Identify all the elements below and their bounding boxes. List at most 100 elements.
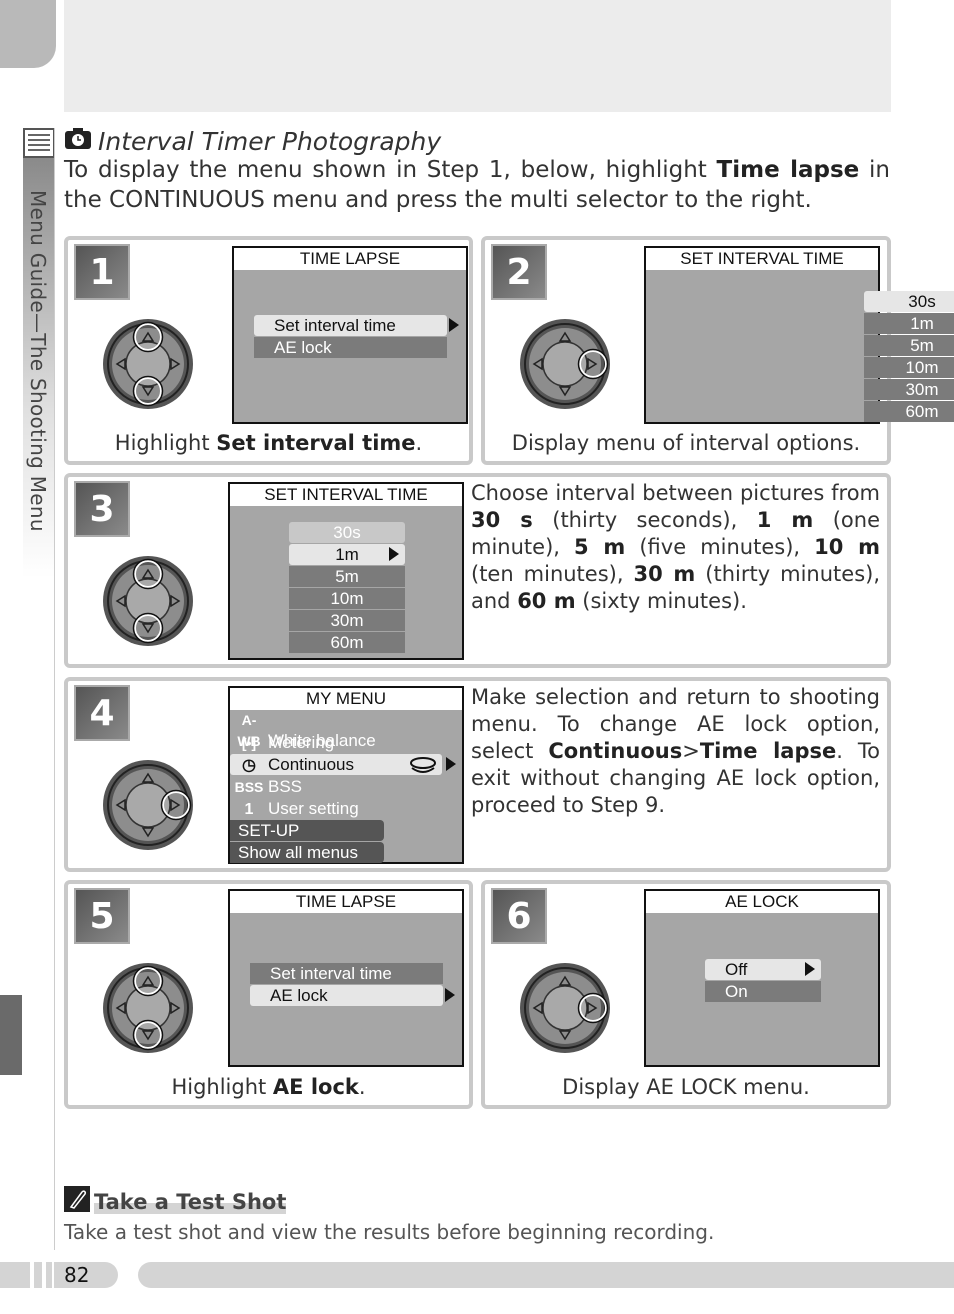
menu-item-label: 5m — [335, 567, 359, 586]
menu-item[interactable]: [•] Metering — [230, 732, 442, 753]
menu-item[interactable]: Set interval time — [250, 963, 443, 984]
metering-icon: [•] — [241, 735, 257, 751]
note-heading: Take a Test Shot — [64, 1186, 287, 1217]
text-run: . — [358, 1075, 366, 1099]
menu-item[interactable]: Set interval time — [254, 315, 447, 336]
emphasis-text: 1 m — [756, 508, 814, 532]
right-arrow-icon — [389, 547, 399, 561]
intro-paragraph: To display the menu shown in Step 1, bel… — [64, 155, 890, 215]
menu-item[interactable]: Show all menus — [230, 842, 384, 863]
step-description: Make selection and return to shooting me… — [471, 684, 880, 819]
section-title: Interval Timer Photography — [64, 126, 441, 156]
text-run: (thirty seconds), — [532, 508, 757, 532]
menu-item-label: 60m — [905, 402, 939, 421]
menu-item-label: User setting — [268, 799, 359, 818]
menu-item-label: 30s — [908, 292, 936, 311]
bss-icon: BSS — [234, 779, 264, 795]
step-panel-6: 6 AE LOCK Off On Display AE LOCK menu. — [481, 880, 891, 1109]
menu-item[interactable]: 60m — [289, 632, 405, 653]
right-arrow-icon — [449, 318, 459, 332]
text-run: Highlight — [171, 1075, 273, 1099]
emphasis-text: AE lock — [272, 1075, 359, 1099]
menu-item[interactable]: ◷ Continuous — [230, 754, 442, 775]
menu-screen-title: MY MENU — [230, 688, 462, 710]
emphasis-text: Time lapse — [699, 739, 837, 763]
menu-item[interactable]: On — [705, 981, 821, 1002]
menu-item-label: 30m — [330, 611, 364, 630]
top-placeholder-block — [64, 0, 891, 112]
pencil-note-icon — [64, 1186, 90, 1217]
right-arrow-icon — [446, 757, 456, 771]
menu-item[interactable]: BSS BSS — [230, 776, 442, 797]
section-title-text: Interval Timer Photography — [98, 126, 442, 156]
menu-item-label: Show all menus — [238, 843, 359, 862]
emphasis-text: Set interval time — [216, 431, 416, 455]
emphasis-text: Continuous — [548, 739, 683, 763]
menu-item[interactable]: 30m — [289, 610, 405, 631]
step-number: 5 — [74, 888, 130, 944]
text-run: Choose interval between pictures from — [471, 481, 880, 505]
page-number: 82 — [64, 1263, 90, 1287]
step-caption: Display menu of interval options. — [485, 431, 887, 455]
menu-item[interactable]: Off — [705, 959, 821, 980]
step-number: 2 — [491, 244, 547, 300]
note-body: Take a test shot and view the results be… — [64, 1220, 715, 1244]
step-caption: Highlight Set interval time. — [68, 431, 469, 455]
menu-list-icon — [23, 128, 55, 158]
margin-divider — [54, 128, 55, 1250]
menu-item[interactable]: 1m — [864, 313, 954, 334]
menu-item[interactable]: AE lock — [254, 337, 447, 358]
menu-screen-title: SET INTERVAL TIME — [646, 248, 878, 270]
menu-item-label: 10m — [905, 358, 939, 377]
menu-item[interactable]: 10m — [289, 588, 405, 609]
menu-item-label: AE lock — [270, 986, 328, 1005]
step-panel-3: 3 SET INTERVAL TIME 30s 1m 5m 10m 30m 60m Choose… — [64, 473, 891, 668]
menu-item[interactable]: AE lock — [250, 985, 443, 1006]
menu-item[interactable]: 1m — [289, 544, 405, 565]
menu-item-label: Continuous — [268, 755, 355, 774]
text-run: Display AE LOCK menu. — [562, 1075, 810, 1099]
menu-screen-title: TIME LAPSE — [234, 248, 466, 270]
menu-item[interactable]: 10m — [864, 357, 954, 378]
text-run: > — [682, 739, 700, 763]
multi-selector-up-down-icon — [102, 318, 194, 410]
footer-stripe — [30, 1262, 34, 1288]
multi-selector-up-down-icon — [102, 555, 194, 647]
menu-item-label: AE lock — [274, 338, 332, 357]
menu-item-label: 60m — [330, 633, 364, 652]
menu-item[interactable]: 5m — [864, 335, 954, 356]
menu-item[interactable]: A-WB White balance — [230, 710, 442, 750]
step-panel-5: 5 TIME LAPSE Set interval time AE lock Highl… — [64, 880, 473, 1109]
emphasis-text: 60 m — [517, 589, 576, 613]
right-arrow-icon — [805, 962, 815, 976]
emphasis-text: Time lapse — [716, 157, 860, 183]
menu-item-label: Set interval time — [274, 316, 396, 335]
emphasis-text: 5 m — [574, 535, 626, 559]
menu-item[interactable]: 30m — [864, 379, 954, 400]
menu-item[interactable]: 30s — [289, 522, 405, 543]
menu-item[interactable]: 60m — [864, 401, 954, 422]
menu-screen: TIME LAPSE Set interval time AE lock — [232, 246, 468, 424]
menu-item[interactable]: 30s — [864, 291, 954, 312]
user-setting-icon: 1 — [244, 801, 254, 818]
footer-stripe — [42, 1262, 46, 1288]
text-run: (sixty minutes). — [575, 589, 747, 613]
corner-tab — [0, 0, 56, 68]
menu-item[interactable]: 5m — [289, 566, 405, 587]
menu-item[interactable]: SET-UP — [230, 820, 384, 841]
footer-stripe — [52, 1262, 54, 1288]
menu-item-label: 30s — [333, 523, 361, 542]
step-number: 4 — [74, 685, 130, 741]
menu-item-label: SET-UP — [238, 821, 300, 840]
multi-selector-right-icon — [519, 962, 611, 1054]
menu-item-label: 1m — [335, 545, 359, 564]
menu-screen-title: AE LOCK — [646, 891, 878, 913]
text-run: (five minutes), — [625, 535, 815, 559]
footer-bar-left — [0, 1262, 118, 1288]
menu-item-label: 30m — [905, 380, 939, 399]
step-number: 1 — [74, 244, 130, 300]
menu-item[interactable]: 1 User setting — [230, 798, 442, 819]
text-run: Display menu of interval options. — [511, 431, 861, 455]
note-title: Take a Test Shot — [94, 1189, 287, 1214]
footer-bar-right — [138, 1262, 954, 1288]
